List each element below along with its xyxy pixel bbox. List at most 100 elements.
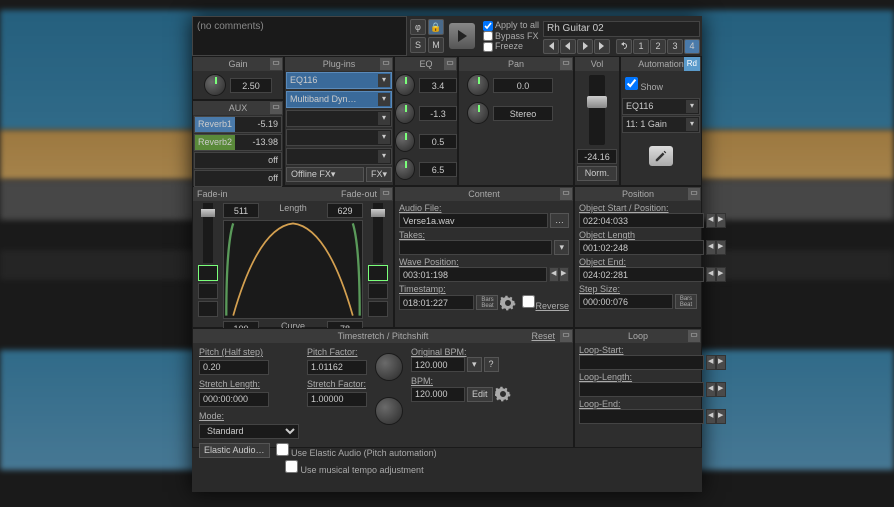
eq-knob-4[interactable] [395, 158, 415, 180]
vol-db[interactable]: -24.16 [577, 149, 617, 164]
plugin-slot-1[interactable]: EQ116▾ [286, 72, 392, 89]
bypass-fx-check[interactable]: Bypass FX [483, 31, 539, 42]
aux-slot-3[interactable]: off [194, 152, 282, 169]
undo-btn[interactable] [616, 39, 632, 54]
obj-len-input[interactable] [579, 240, 704, 255]
collapse-icon[interactable]: ▭ [688, 188, 700, 200]
loop-len-input[interactable] [579, 382, 704, 397]
fadeout-length[interactable] [327, 203, 363, 218]
fx-btn[interactable]: FX ▾ [366, 167, 392, 182]
edit-automation-btn[interactable] [649, 146, 673, 166]
eq-val-1[interactable]: 3.4 [419, 78, 457, 93]
fadein-length[interactable] [223, 203, 259, 218]
bars-beat-btn[interactable]: BarsBeat [476, 295, 498, 310]
pan-knob[interactable] [467, 74, 489, 96]
aux-slot-1[interactable]: Reverb1-5.19 [194, 116, 282, 133]
obpm-help[interactable]: ? [484, 357, 499, 372]
eq-knob-2[interactable] [395, 102, 415, 124]
obj-start-spin[interactable] [706, 213, 726, 228]
phase-btn[interactable]: φ [410, 19, 426, 35]
takes-input[interactable] [399, 240, 552, 255]
fadeout-shape-1[interactable] [368, 265, 388, 281]
elastic-audio-btn[interactable]: Elastic Audio… [199, 443, 270, 458]
fade-curve-graph[interactable] [223, 220, 363, 319]
normalize-btn[interactable]: Norm. [577, 166, 617, 181]
offline-fx-btn[interactable]: Offline FX ▾ [286, 167, 364, 182]
plugin-slot-2[interactable]: Multiband Dyn…▾ [286, 91, 392, 108]
auto-param-1[interactable]: EQ116▾ [622, 98, 700, 115]
pitch-input[interactable] [199, 360, 269, 375]
collapse-icon[interactable]: ▭ [270, 102, 282, 114]
gain-knob[interactable] [204, 74, 226, 96]
fadein-shape-1[interactable] [198, 265, 218, 281]
loop-end-input[interactable] [579, 409, 704, 424]
nav-next[interactable] [577, 39, 593, 54]
loop-start-spin[interactable] [706, 355, 726, 370]
timestamp-input[interactable] [399, 295, 474, 310]
reset-btn[interactable]: Reset [531, 329, 555, 343]
obj-end-input[interactable] [579, 267, 704, 282]
apply-all-check[interactable]: Apply to all [483, 20, 539, 31]
collapse-icon[interactable]: ▭ [560, 188, 572, 200]
pan-value[interactable]: 0.0 [493, 78, 553, 93]
eq-val-4[interactable]: 6.5 [419, 162, 457, 177]
mode-select[interactable]: Standard [199, 424, 299, 439]
obpm-dropdown[interactable]: ▾ [467, 357, 482, 372]
play-button[interactable] [449, 23, 475, 49]
obj-len-spin[interactable] [706, 240, 726, 255]
eq-knob-1[interactable] [395, 74, 415, 96]
collapse-icon[interactable]: ▭ [560, 330, 572, 342]
read-mode-btn[interactable]: Rd [684, 57, 700, 71]
nav-last[interactable] [594, 39, 610, 54]
collapse-icon[interactable]: ▭ [688, 330, 700, 342]
fadeout-shape-2[interactable] [368, 283, 388, 299]
settings-icon[interactable] [500, 295, 516, 311]
collapse-icon[interactable]: ▭ [444, 58, 456, 70]
step-input[interactable] [579, 294, 673, 309]
comments-field[interactable]: (no comments) [192, 16, 407, 56]
preset-4[interactable]: 4 [684, 39, 700, 54]
stereo-knob[interactable] [467, 102, 489, 124]
preset-2[interactable]: 2 [650, 39, 666, 54]
vol-slider[interactable] [589, 75, 605, 145]
obj-end-spin[interactable] [706, 267, 726, 282]
loop-start-input[interactable] [579, 355, 704, 370]
audio-file-browse[interactable]: … [550, 213, 569, 228]
show-auto-check[interactable]: Show [625, 77, 697, 92]
use-elastic-check[interactable]: Use Elastic Audio (Pitch automation) [276, 443, 437, 458]
fadeout-shape-3[interactable] [368, 301, 388, 317]
reverse-check[interactable]: Reverse [522, 294, 569, 311]
obj-start-input[interactable] [579, 213, 704, 228]
stretch-knob[interactable] [375, 397, 403, 425]
fadein-shape-2[interactable] [198, 283, 218, 299]
freeze-check[interactable]: Freeze [483, 41, 539, 52]
eq-val-3[interactable]: 0.5 [419, 134, 457, 149]
edit-bpm-btn[interactable]: Edit [467, 387, 493, 402]
bars-beat-btn[interactable]: BarsBeat [675, 294, 697, 309]
track-name-input[interactable] [543, 21, 700, 37]
fadein-shape-3[interactable] [198, 301, 218, 317]
fadein-slider[interactable] [203, 203, 213, 263]
collapse-icon[interactable]: ▭ [380, 188, 392, 200]
loop-len-spin[interactable] [706, 382, 726, 397]
eq-knob-3[interactable] [395, 130, 415, 152]
collapse-icon[interactable]: ▭ [380, 58, 392, 70]
gain-value[interactable]: 2.50 [230, 78, 272, 93]
plugin-slot-4[interactable]: ▾ [286, 129, 392, 146]
audio-file-input[interactable] [399, 213, 548, 228]
collapse-icon[interactable]: ▭ [270, 58, 282, 70]
stereo-value[interactable]: Stereo [493, 106, 553, 121]
eq-val-2[interactable]: -1.3 [419, 106, 457, 121]
preset-3[interactable]: 3 [667, 39, 683, 54]
use-tempo-check[interactable]: Use musical tempo adjustment [285, 465, 424, 475]
bpm-settings-icon[interactable] [495, 386, 511, 402]
slen-input[interactable] [199, 392, 269, 407]
sfac-input[interactable] [307, 392, 367, 407]
bpm-input[interactable] [411, 387, 465, 402]
obpm-input[interactable] [411, 357, 465, 372]
wave-pos-spin[interactable] [549, 267, 569, 282]
factor-input[interactable] [307, 360, 367, 375]
pitch-knob[interactable] [375, 353, 403, 381]
fadeout-slider[interactable] [373, 203, 383, 263]
preset-1[interactable]: 1 [633, 39, 649, 54]
